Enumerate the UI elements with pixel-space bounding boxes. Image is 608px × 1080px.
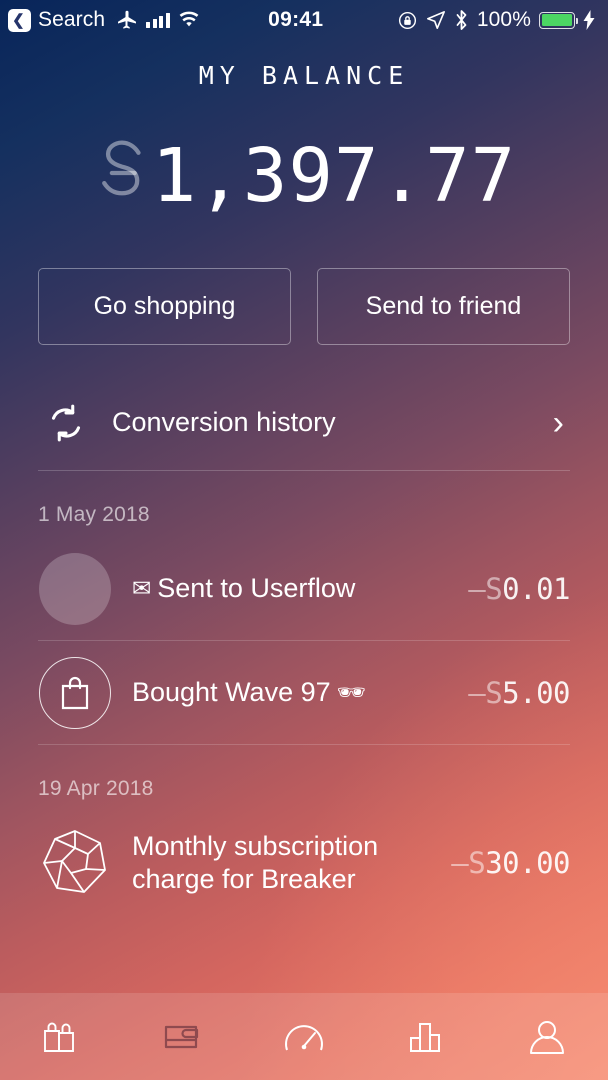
tab-stats[interactable] (365, 993, 487, 1080)
currency-symbol-icon (92, 135, 152, 222)
action-buttons: Go shopping Send to friend (0, 268, 608, 345)
conversion-history-label: Conversion history (112, 407, 336, 437)
bar-chart-icon (403, 1014, 449, 1060)
send-to-friend-button[interactable]: Send to friend (317, 268, 570, 345)
clock: 09:41 (268, 8, 324, 31)
transaction-label-wrap: ✉ Sent to Userflow (132, 572, 468, 605)
transaction-row[interactable]: Monthly subscription charge for Breaker … (38, 811, 570, 915)
page-title: MY BALANCE (198, 61, 410, 90)
amount-currency: S (485, 571, 503, 606)
back-label[interactable]: Search (38, 8, 105, 32)
tab-profile[interactable] (486, 993, 608, 1080)
airplane-mode-icon (115, 8, 139, 32)
chevron-left-icon[interactable]: ❮ (8, 8, 31, 32)
status-bar-right: 100% (397, 8, 596, 32)
balance-display: 1,397.77 (0, 128, 608, 224)
tab-bar (0, 993, 608, 1080)
chevron-right-icon[interactable]: › (553, 406, 570, 440)
transaction-row[interactable]: ✉ Sent to Userflow –S0.01 (38, 537, 570, 641)
amount-sign: – (468, 675, 486, 710)
amount-currency: S (485, 675, 503, 710)
dodecahedron-icon (38, 826, 112, 900)
transaction-row[interactable]: Bought Wave 97 🕶 –S5.00 (38, 641, 570, 745)
envelope-icon: ✉ (132, 575, 152, 602)
gauge-icon (279, 1012, 329, 1062)
transaction-label-wrap: Bought Wave 97 🕶 (132, 676, 468, 709)
balance-amount: 1,397.77 (151, 133, 517, 219)
bluetooth-icon (454, 9, 469, 31)
amount-sign: – (451, 846, 469, 880)
amount-sign: – (468, 571, 486, 606)
transaction-date-header: 19 Apr 2018 (38, 777, 154, 800)
transaction-amount: –S30.00 (451, 846, 570, 880)
transaction-amount: –S0.01 (468, 572, 570, 606)
transaction-label: Monthly subscription charge for Breaker (132, 831, 379, 894)
transaction-date-header: 1 May 2018 (38, 503, 150, 526)
transaction-label-wrap: Monthly subscription charge for Breaker (132, 830, 451, 896)
transaction-label: Bought Wave 97 (132, 677, 331, 708)
wallet-icon (159, 1014, 205, 1060)
battery-percent: 100% (476, 8, 531, 31)
avatar (38, 552, 112, 626)
amount-value: 30.00 (485, 846, 570, 880)
battery-full-icon (539, 11, 579, 29)
amount-value: 5.00 (502, 675, 570, 710)
exchange-arrows-icon (38, 395, 94, 451)
tab-shop[interactable] (0, 993, 122, 1080)
rotation-lock-icon (397, 10, 418, 31)
tab-wallet[interactable] (122, 993, 244, 1080)
app-root: ❮ Search 09:41 100% MY BALANCE 1,397.77 … (0, 0, 608, 1080)
cellular-signal-icon (146, 12, 170, 28)
status-bar-left: ❮ Search (8, 8, 201, 32)
go-shopping-button[interactable]: Go shopping (38, 268, 291, 345)
amount-currency: S (468, 846, 486, 880)
shopping-bag-icon (38, 656, 112, 730)
transaction-amount: –S5.00 (468, 676, 570, 710)
amount-value: 0.01 (502, 571, 570, 606)
person-icon (524, 1014, 570, 1060)
transaction-list: 1 May 2018 ✉ Sent to Userflow –S0.01 Bou… (0, 471, 608, 915)
transaction-label: Sent to Userflow (157, 573, 356, 604)
wifi-icon (177, 11, 201, 29)
conversion-history-row[interactable]: Conversion history › (38, 375, 570, 471)
sunglasses-icon: 🕶 (336, 679, 366, 706)
tab-gauge[interactable] (243, 993, 365, 1080)
status-bar-center: 09:41 (201, 8, 397, 32)
lightning-bolt-icon (583, 10, 596, 30)
location-arrow-icon (426, 10, 446, 30)
status-bar: ❮ Search 09:41 100% (0, 0, 608, 40)
shopping-bags-icon (38, 1014, 84, 1060)
